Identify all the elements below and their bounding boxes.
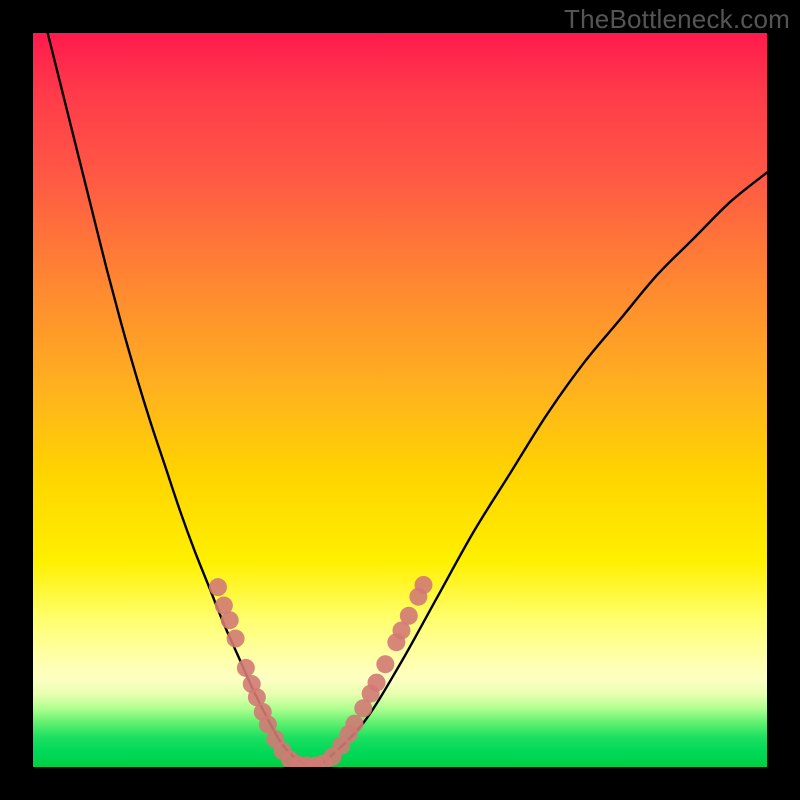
watermark-label: TheBottleneck.com bbox=[564, 4, 790, 35]
plot-background bbox=[33, 33, 767, 767]
chart-frame: TheBottleneck.com bbox=[0, 0, 800, 800]
